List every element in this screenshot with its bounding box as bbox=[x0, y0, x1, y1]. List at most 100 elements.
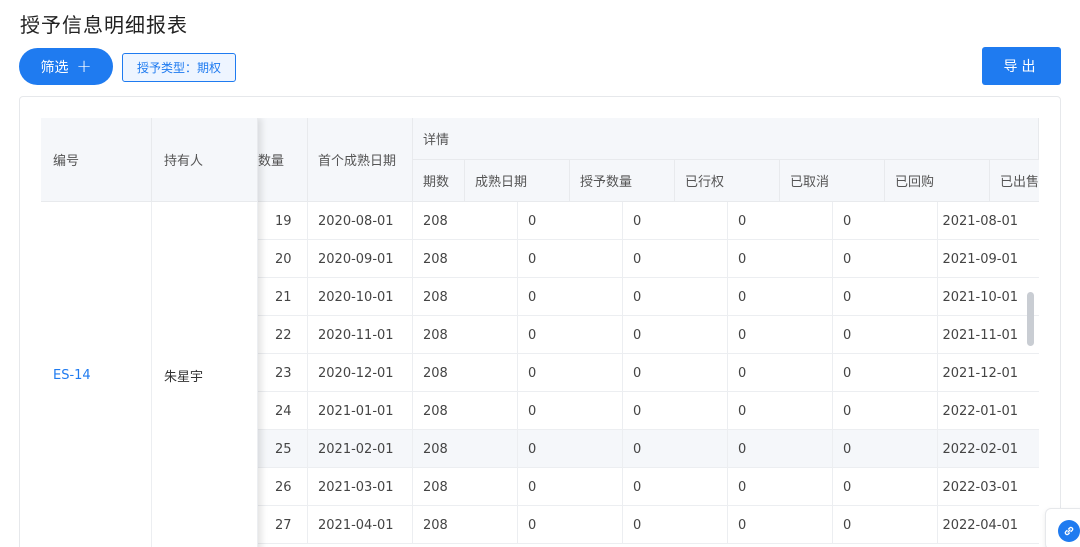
cell-qty: 208 bbox=[413, 240, 518, 278]
cell-d: 0 bbox=[833, 316, 938, 354]
cell-first: 2020-11-01 bbox=[308, 316, 413, 354]
cell-d: 0 bbox=[833, 278, 938, 316]
cell-a: 0 bbox=[518, 354, 623, 392]
cell-date: 2022-03-01 bbox=[942, 479, 1018, 495]
cell-qty: 208 bbox=[413, 392, 518, 430]
cell-a: 0 bbox=[518, 202, 623, 240]
header-details-label: 详情 bbox=[423, 133, 450, 148]
cell-first: 2020-09-01 bbox=[308, 240, 413, 278]
cell-c: 0 bbox=[728, 468, 833, 506]
cell-first: 2020-12-01 bbox=[308, 354, 413, 392]
cell-first: 2020-08-01 bbox=[308, 202, 413, 240]
cell-c: 0 bbox=[728, 392, 833, 430]
filter-label: 筛选 bbox=[40, 59, 69, 76]
cell-first: 2021-02-01 bbox=[308, 430, 413, 468]
cell-b: 0 bbox=[623, 354, 728, 392]
cell-qty: 208 bbox=[413, 202, 518, 240]
filter-button[interactable]: 筛选 + bbox=[19, 48, 113, 85]
cell-qty: 208 bbox=[413, 316, 518, 354]
header-grant-qty: 授予数量 bbox=[570, 160, 675, 202]
header-repurchased: 已回购 bbox=[885, 160, 990, 202]
cell-d: 0 bbox=[833, 430, 938, 468]
cell-first: 2021-03-01 bbox=[308, 468, 413, 506]
cell-c: 0 bbox=[728, 506, 833, 544]
cell-n: 21 bbox=[258, 278, 308, 316]
header-exercised: 已行权 bbox=[675, 160, 780, 202]
cell-date: 2022-04-01 bbox=[942, 517, 1018, 533]
cell-date: 2022-02-01 bbox=[942, 441, 1018, 457]
cell-n: 24 bbox=[258, 392, 308, 430]
cell-n: 22 bbox=[258, 316, 308, 354]
floating-link-button[interactable] bbox=[1045, 508, 1080, 547]
id-cell: ES-14 bbox=[41, 202, 152, 547]
cell-b: 0 bbox=[623, 392, 728, 430]
cell-c: 0 bbox=[728, 316, 833, 354]
cell-b: 0 bbox=[623, 202, 728, 240]
header-first-vest-date: 首个成熟日期 bbox=[308, 118, 413, 202]
filter-tag[interactable]: 授予类型：期权 bbox=[122, 53, 236, 82]
cell-c: 0 bbox=[728, 240, 833, 278]
cell-date: 2021-08-01 bbox=[942, 213, 1018, 229]
cell-date: 2021-11-01 bbox=[942, 327, 1018, 343]
cell-d: 0 bbox=[833, 354, 938, 392]
header-qty-label: 数量 bbox=[258, 154, 285, 169]
cell-date: 2022-01-01 bbox=[942, 403, 1018, 419]
cell-n: 26 bbox=[258, 468, 308, 506]
header-vest-date-label: 成熟日期 bbox=[475, 175, 528, 190]
cell-c: 0 bbox=[728, 202, 833, 240]
holder-cell: 朱星宇 bbox=[152, 202, 258, 547]
cell-b: 0 bbox=[623, 240, 728, 278]
header-repurchased-label: 已回购 bbox=[895, 175, 935, 190]
cell-b: 0 bbox=[623, 430, 728, 468]
cell-b: 0 bbox=[623, 316, 728, 354]
cell-a: 0 bbox=[518, 506, 623, 544]
cell-a: 0 bbox=[518, 392, 623, 430]
cell-a: 0 bbox=[518, 430, 623, 468]
header-details: 详情 bbox=[413, 118, 1039, 160]
cell-d: 0 bbox=[833, 392, 938, 430]
cell-d: 0 bbox=[833, 468, 938, 506]
export-button[interactable]: 导出 bbox=[982, 47, 1061, 85]
header-first-vest-date-label: 首个成熟日期 bbox=[318, 154, 397, 169]
cell-b: 0 bbox=[623, 468, 728, 506]
cell-d: 0 bbox=[833, 240, 938, 278]
cell-first: 2021-01-01 bbox=[308, 392, 413, 430]
cell-c: 0 bbox=[728, 430, 833, 468]
header-sold-label: 已出售 bbox=[1000, 175, 1039, 190]
cell-n: 27 bbox=[258, 506, 308, 544]
fixed-columns: 编号 持有人 ES-14 朱星宇 bbox=[41, 118, 258, 547]
header-id: 编号 bbox=[41, 118, 152, 202]
cell-n: 23 bbox=[258, 354, 308, 392]
header-cancelled: 已取消 bbox=[780, 160, 885, 202]
cell-a: 0 bbox=[518, 240, 623, 278]
header-period-label: 期数 bbox=[423, 175, 450, 190]
cell-qty: 208 bbox=[413, 354, 518, 392]
cell-c: 0 bbox=[728, 354, 833, 392]
cell-b: 0 bbox=[623, 506, 728, 544]
header-vest-date: 成熟日期 bbox=[465, 160, 570, 202]
header-qty: 数量 bbox=[258, 118, 308, 202]
cell-date: 2021-09-01 bbox=[942, 251, 1018, 267]
cell-qty: 208 bbox=[413, 468, 518, 506]
cell-a: 0 bbox=[518, 316, 623, 354]
cell-first: 2020-10-01 bbox=[308, 278, 413, 316]
header-period: 期数 bbox=[413, 160, 465, 202]
header-grant-qty-label: 授予数量 bbox=[580, 175, 633, 190]
header-sold: 已出售 bbox=[990, 160, 1039, 202]
link-icon bbox=[1058, 520, 1080, 542]
cell-c: 0 bbox=[728, 278, 833, 316]
cell-d: 0 bbox=[833, 506, 938, 544]
cell-n: 19 bbox=[258, 202, 308, 240]
header-holder-label: 持有人 bbox=[164, 154, 204, 169]
cell-n: 20 bbox=[258, 240, 308, 278]
cell-n: 25 bbox=[258, 430, 308, 468]
header-exercised-label: 已行权 bbox=[685, 175, 725, 190]
header-holder: 持有人 bbox=[152, 118, 258, 202]
grant-id-link[interactable]: ES-14 bbox=[53, 368, 91, 383]
cell-b: 0 bbox=[623, 278, 728, 316]
cell-qty: 208 bbox=[413, 430, 518, 468]
page-title: 授予信息明细报表 bbox=[20, 13, 188, 37]
cell-qty: 208 bbox=[413, 278, 518, 316]
vertical-scrollbar[interactable] bbox=[1027, 292, 1034, 346]
grant-table: 数量 首个成熟日期 详情 期数 成熟日期 授予数量 已行权 已取消 已回购 已出… bbox=[41, 118, 1039, 547]
